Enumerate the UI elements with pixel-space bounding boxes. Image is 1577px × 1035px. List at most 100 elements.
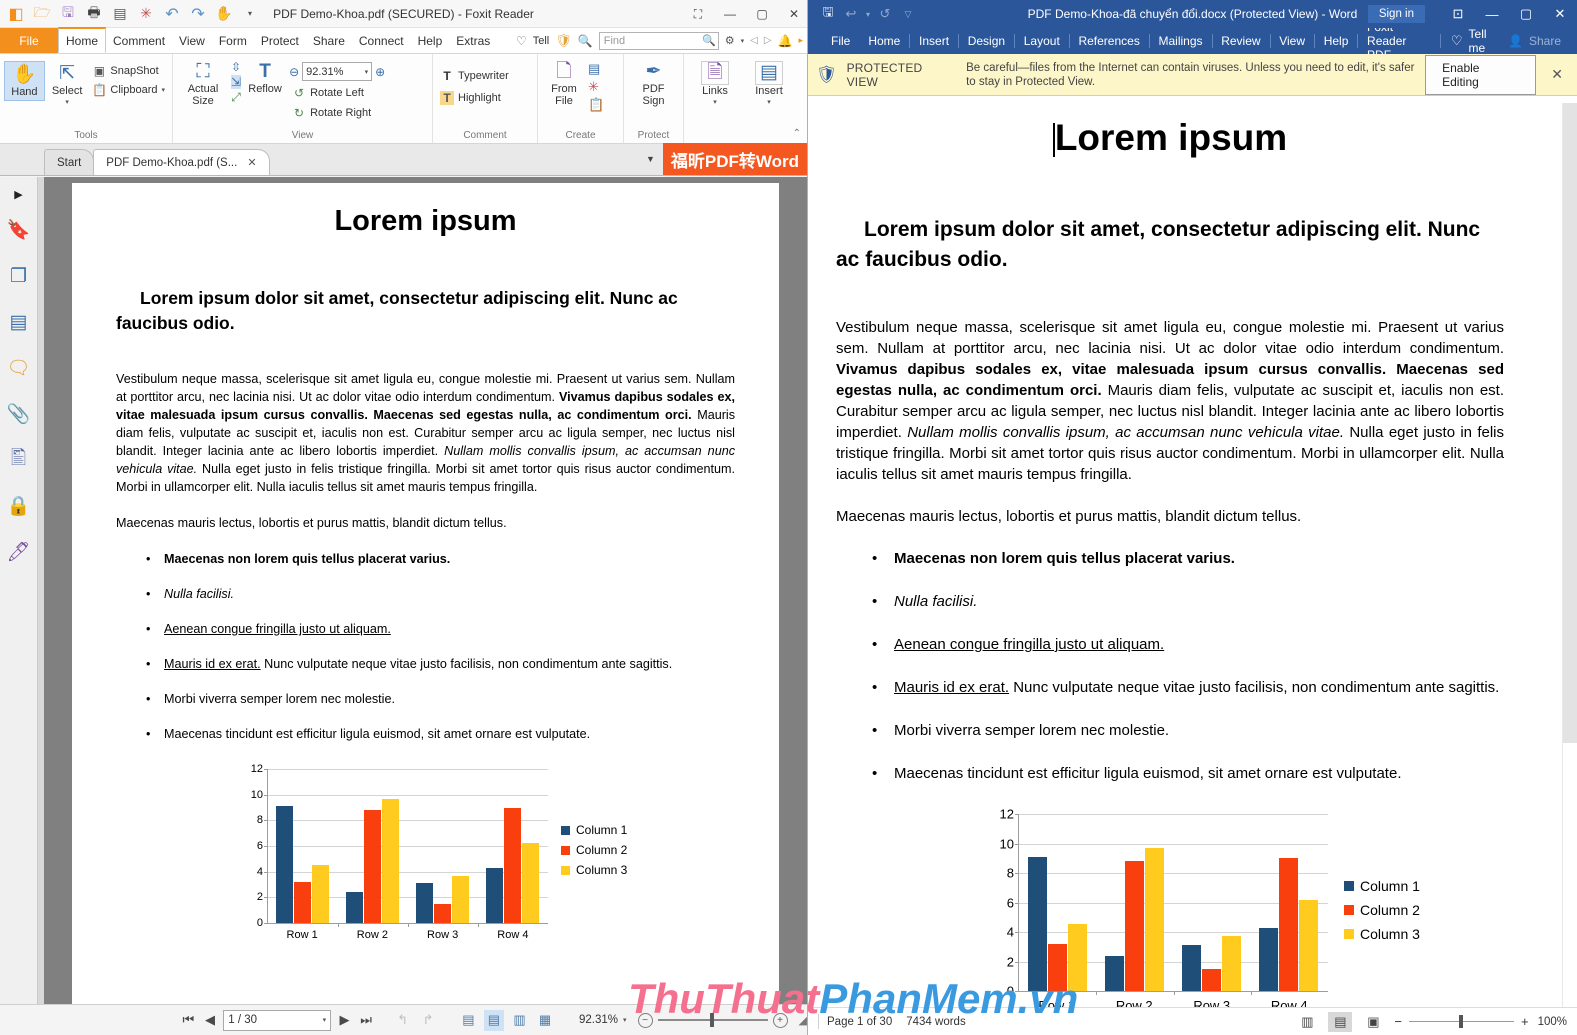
- from-scanner-icon[interactable]: ▤: [588, 61, 604, 77]
- next-page-icon[interactable]: ▶: [336, 1012, 353, 1028]
- menu-extras[interactable]: Extras: [449, 28, 497, 53]
- web-layout-view-icon[interactable]: ▣: [1361, 1012, 1385, 1032]
- links-dropdown-icon[interactable]: ▾: [713, 97, 717, 109]
- sign-icon[interactable]: 🖊: [3, 529, 35, 575]
- word-document-page[interactable]: Lorem ipsum Lorem ipsum dolor sit amet, …: [808, 103, 1562, 1007]
- menu-form[interactable]: Form: [212, 28, 254, 53]
- foxit-quick-access-toolbar[interactable]: ◧ 🗁 🖫 🖶 ▤ ✳ ↶ ↷ ✋ ▾: [0, 2, 262, 26]
- menu-connect[interactable]: Connect: [352, 28, 411, 53]
- tab-review[interactable]: Review: [1212, 28, 1269, 54]
- select-tool-button[interactable]: ⇱ Select ▾: [47, 61, 88, 111]
- zoom-slider[interactable]: − +: [637, 1012, 788, 1028]
- reflow-button[interactable]: T Reflow: [243, 59, 287, 97]
- restore-tabs-button[interactable]: ⛶: [689, 7, 707, 22]
- resize-grip-icon[interactable]: ◢: [799, 1014, 807, 1027]
- new-icon[interactable]: ✳: [134, 2, 158, 26]
- zoom-in-icon[interactable]: +: [772, 1012, 788, 1028]
- tab-mailings[interactable]: Mailings: [1150, 28, 1212, 54]
- settings-dropdown-icon[interactable]: ▾: [741, 37, 745, 45]
- insert-button[interactable]: ▤ Insert ▾: [746, 59, 792, 111]
- previous-view-icon[interactable]: ↰: [392, 1010, 413, 1031]
- fit-width-icon[interactable]: ⇲: [231, 75, 242, 89]
- tab-file[interactable]: File: [822, 28, 859, 54]
- insert-dropdown-icon[interactable]: ▾: [767, 97, 771, 109]
- zoom-out-icon[interactable]: ⊖: [289, 65, 299, 79]
- redo-icon[interactable]: ↷: [186, 2, 210, 26]
- highlight-button[interactable]: T Highlight: [437, 90, 512, 106]
- maximize-button[interactable]: ▢: [753, 7, 771, 21]
- save-icon[interactable]: 🖫: [56, 2, 80, 26]
- word-zoom-slider[interactable]: − +: [1394, 1014, 1528, 1029]
- rotate-left-button[interactable]: ↺ Rotate Left: [289, 85, 385, 101]
- actual-size-button[interactable]: ⛶ Actual Size: [177, 59, 229, 109]
- foxit-page-area[interactable]: Lorem ipsum Lorem ipsum dolor sit amet, …: [44, 177, 807, 1004]
- zoom-dropdown-icon[interactable]: ▾: [365, 68, 369, 76]
- security-lock-icon[interactable]: 🔒: [3, 483, 35, 529]
- tab-design[interactable]: Design: [959, 28, 1014, 54]
- print-layout-view-icon[interactable]: ▤: [1328, 1011, 1353, 1032]
- blank-page-icon[interactable]: ✳: [588, 79, 604, 95]
- page-number-input[interactable]: 1 / 30 ▾: [223, 1009, 332, 1031]
- scrollbar-thumb[interactable]: [1563, 103, 1577, 743]
- hand-tool-icon[interactable]: ✋: [212, 2, 236, 26]
- ribbon-display-options-button[interactable]: ⊡: [1441, 0, 1475, 28]
- zoom-level-input[interactable]: 92.31% ▾: [302, 62, 373, 81]
- zoom-slider-thumb[interactable]: [709, 1013, 714, 1027]
- continuous-view-icon[interactable]: ▤: [483, 1009, 505, 1031]
- page-thumbnails-icon[interactable]: ❐: [3, 253, 35, 299]
- select-dropdown-icon[interactable]: ▾: [65, 97, 69, 109]
- bookmarks-icon[interactable]: 🔖: [3, 207, 35, 253]
- menu-share[interactable]: Share: [306, 28, 352, 53]
- undo-icon[interactable]: ↶: [160, 2, 184, 26]
- print-icon[interactable]: 🖶: [82, 2, 106, 26]
- search-page-icon[interactable]: 🔍: [578, 34, 593, 48]
- close-button[interactable]: ✕: [785, 7, 803, 21]
- zoom-slider-thumb[interactable]: [1458, 1015, 1463, 1028]
- collapse-ribbon-icon[interactable]: ⌃: [793, 128, 801, 139]
- pdf-sign-button[interactable]: ✒ PDF Sign: [630, 59, 678, 109]
- continuous-facing-view-icon[interactable]: ▦: [535, 1010, 556, 1031]
- single-page-view-icon[interactable]: ▤: [458, 1010, 479, 1031]
- previous-page-icon[interactable]: ◀: [202, 1012, 219, 1028]
- find-search-icon[interactable]: 🔍: [702, 34, 716, 47]
- undo-dropdown-icon[interactable]: ▾: [864, 10, 872, 19]
- find-input[interactable]: Find: [598, 31, 719, 50]
- comments-icon[interactable]: 🗨: [3, 345, 35, 391]
- status-zoom-dropdown-icon[interactable]: ▾: [623, 1016, 627, 1024]
- close-button[interactable]: ✕: [1543, 0, 1577, 28]
- links-button[interactable]: 🗎 Links ▾: [692, 59, 738, 111]
- tab-help[interactable]: Help: [1315, 28, 1358, 54]
- tabs-dropdown-icon[interactable]: ▼: [638, 143, 663, 175]
- menu-view[interactable]: View: [172, 28, 212, 53]
- page-indicator[interactable]: Page 1 of 30: [827, 1016, 892, 1028]
- tab-insert[interactable]: Insert: [910, 28, 958, 54]
- zoom-in-icon[interactable]: ⊕: [375, 65, 385, 79]
- tab-home[interactable]: Home: [859, 28, 909, 54]
- facing-view-icon[interactable]: ▥: [509, 1010, 530, 1031]
- customize-qat-icon[interactable]: ▾: [238, 2, 262, 26]
- rotate-right-button[interactable]: ↻ Rotate Right: [289, 105, 385, 121]
- snapshot-button[interactable]: ▣ SnapShot: [89, 63, 168, 79]
- zoom-slider-track[interactable]: [1408, 1015, 1514, 1028]
- hand-tool-button[interactable]: ✋ Hand: [4, 61, 45, 101]
- notifications-bell-icon[interactable]: 🔔: [778, 34, 793, 48]
- enable-editing-button[interactable]: Enable Editing: [1425, 54, 1537, 95]
- maximize-button[interactable]: ▢: [1509, 0, 1543, 28]
- share-button[interactable]: 👤 Share: [1498, 34, 1577, 48]
- digital-signatures-icon[interactable]: 🖺: [3, 437, 35, 483]
- typewriter-button[interactable]: T Typewriter: [437, 68, 512, 84]
- menu-protect[interactable]: Protect: [254, 28, 306, 53]
- tab-layout[interactable]: Layout: [1015, 28, 1069, 54]
- next-view-icon[interactable]: ↱: [418, 1010, 439, 1031]
- tab-foxit-reader-pdf[interactable]: Foxit Reader PDF: [1358, 20, 1440, 62]
- menu-comment[interactable]: Comment: [106, 28, 172, 53]
- tab-view[interactable]: View: [1270, 28, 1314, 54]
- redo-icon[interactable]: ↺: [875, 6, 895, 22]
- tab-references[interactable]: References: [1069, 28, 1148, 54]
- zoom-out-icon[interactable]: −: [1394, 1014, 1402, 1029]
- minimize-button[interactable]: —: [1475, 0, 1509, 28]
- ribbon-more-icon[interactable]: ▸: [798, 35, 803, 46]
- tab-close-icon[interactable]: ✕: [247, 156, 256, 169]
- tab-pdf-demo[interactable]: PDF Demo-Khoa.pdf (S... ✕: [93, 149, 270, 175]
- nav-expand-icon[interactable]: ▶: [3, 181, 35, 207]
